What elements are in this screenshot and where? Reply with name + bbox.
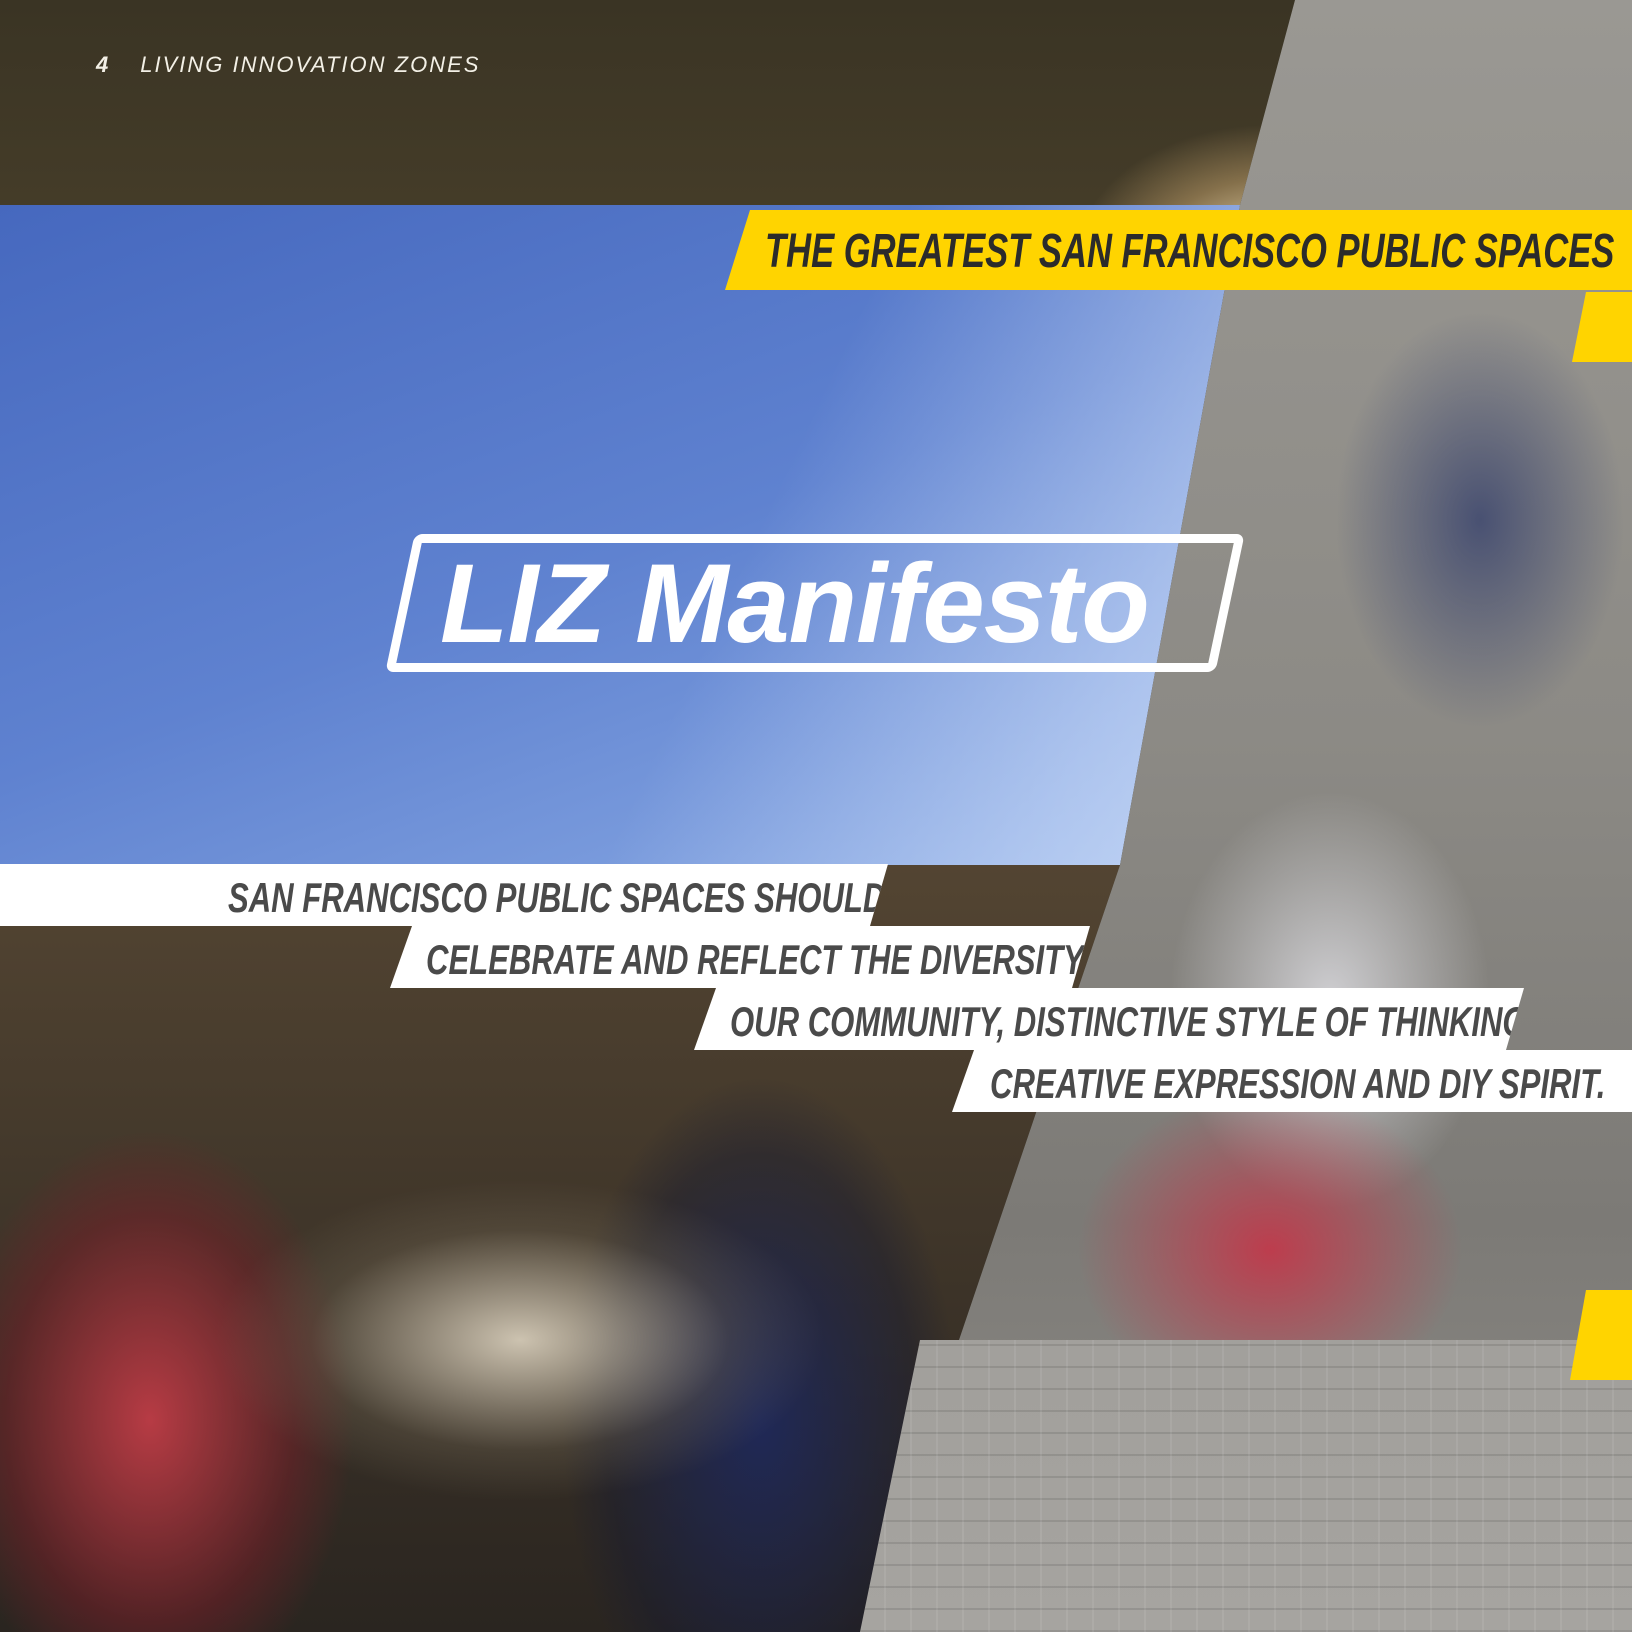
banner-text: THE GREATEST SAN FRANCISCO PUBLIC SPACES <box>765 225 1615 278</box>
manifesto-strip-3: OUR COMMUNITY, DISTINCTIVE STYLE OF THIN… <box>694 988 1524 1050</box>
page-title: LIZ Manifesto <box>440 541 1150 666</box>
manifesto-line-2: CELEBRATE AND REFLECT THE DIVERSITY OF <box>426 936 1136 983</box>
manifesto-line-3: OUR COMMUNITY, DISTINCTIVE STYLE OF THIN… <box>730 998 1536 1045</box>
manifesto-line-4: CREATIVE EXPRESSION AND DIY SPIRIT. <box>990 1060 1606 1107</box>
manifesto-strip-2: CELEBRATE AND REFLECT THE DIVERSITY OF <box>390 926 1090 988</box>
manifesto-strip-1: SAN FRANCISCO PUBLIC SPACES SHOULD <box>0 864 888 926</box>
section-title: LIVING INNOVATION ZONES <box>140 52 481 77</box>
page-header: 4 LIVING INNOVATION ZONES <box>96 52 480 78</box>
page-number: 4 <box>96 52 111 77</box>
yellow-banner: THE GREATEST SAN FRANCISCO PUBLIC SPACES <box>725 210 1632 290</box>
manifesto-page: 4 LIVING INNOVATION ZONES THE GREATEST S… <box>0 0 1632 1632</box>
manifesto-strip-4: CREATIVE EXPRESSION AND DIY SPIRIT. <box>952 1050 1632 1112</box>
manifesto-line-1: SAN FRANCISCO PUBLIC SPACES SHOULD <box>228 874 886 921</box>
